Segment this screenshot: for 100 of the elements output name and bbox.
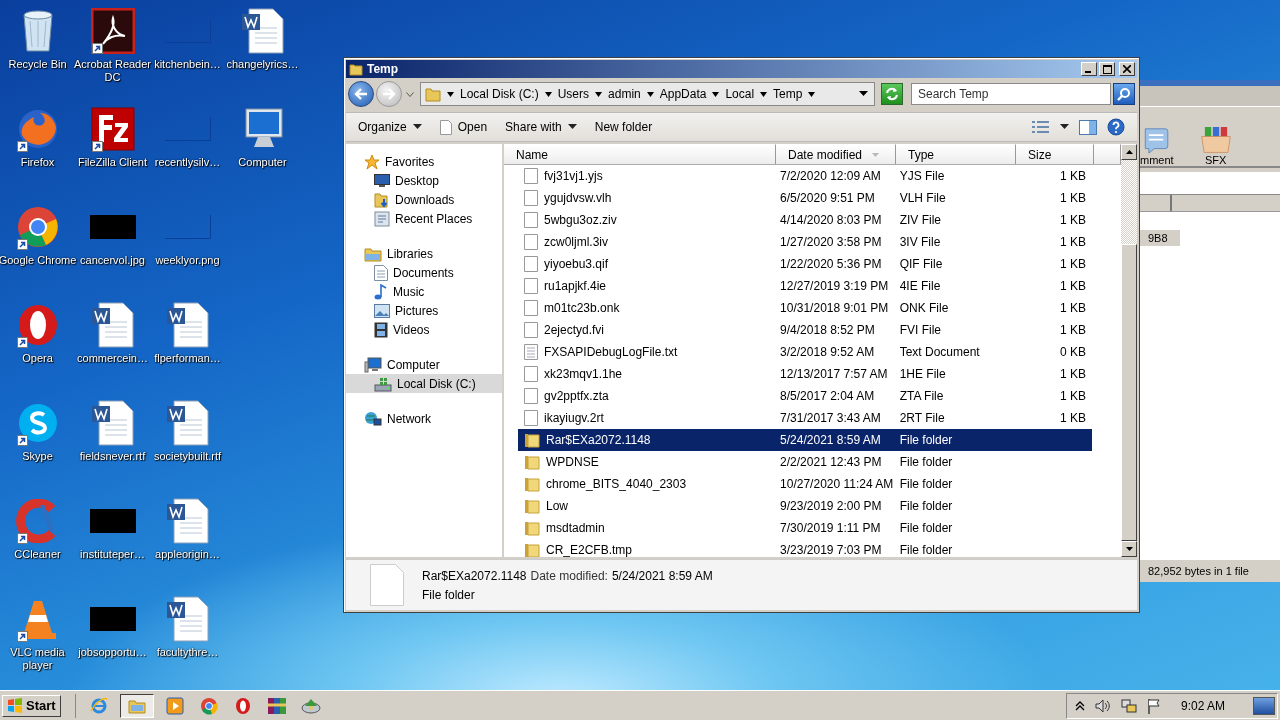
file-row[interactable]: 2ejectyd.fvi 9/4/2018 8:52 PM FVI File 1 KB [518, 319, 1092, 341]
column-header[interactable]: Type [896, 144, 1016, 164]
nav-item[interactable]: Favorites [346, 152, 502, 171]
breadcrumb-link[interactable]: AppData [659, 87, 707, 101]
speaker-icon[interactable] [1094, 698, 1111, 713]
file-row[interactable]: ikayiugv.2rt 7/31/2017 3:43 AM 2RT File 1 KB [518, 407, 1092, 429]
caret-icon[interactable] [646, 90, 654, 98]
toolbar-button[interactable]: Organize [358, 120, 422, 134]
dropdown-arrow-icon[interactable] [859, 91, 868, 97]
file-row[interactable]: zcw0ljml.3iv 1/27/2020 3:58 PM 3IV File 1 KB [518, 231, 1092, 253]
nav-item[interactable]: Music [346, 282, 502, 301]
nav-item[interactable]: Local Disk (C:) [346, 374, 502, 393]
desktop-icon[interactable]: recentlysilv… [150, 104, 225, 202]
desktop-icon[interactable]: changelyrics… [225, 6, 300, 104]
address-field[interactable] [1140, 172, 1280, 195]
desktop-icon[interactable]: Firefox [0, 104, 75, 202]
desktop-icon[interactable]: societybuilt.rtf [150, 398, 225, 496]
search-field[interactable]: Search Temp [911, 83, 1111, 105]
desktop-icon[interactable]: Recycle Bin [0, 6, 75, 104]
file-row[interactable]: Rar$EXa2072.1148 5/24/2021 8:59 AM File folder [518, 429, 1092, 451]
column-header[interactable]: Date modified [776, 144, 896, 164]
start-button[interactable]: Start [2, 694, 61, 717]
nav-item[interactable]: Downloads [346, 190, 502, 209]
column-header[interactable]: Size [1016, 144, 1094, 164]
caret-icon[interactable] [760, 90, 768, 98]
search-button[interactable] [1113, 83, 1135, 105]
nav-item[interactable]: Pictures [346, 301, 502, 320]
desktop-icon[interactable]: fieldsnever.rtf [75, 398, 150, 496]
image-thumbnail-icon [89, 607, 136, 631]
caret-icon[interactable] [595, 90, 603, 98]
desktop-icon[interactable]: Acrobat Reader DC [75, 6, 150, 104]
desktop-icon[interactable]: instituteper… [75, 496, 150, 594]
desktop-icon[interactable]: Opera [0, 300, 75, 398]
toolbar-button[interactable]: SFX [1195, 127, 1236, 166]
close-button[interactable] [1119, 62, 1135, 76]
scroll-up-button[interactable] [1121, 144, 1137, 160]
file-row[interactable]: gv2pptfx.zta 8/5/2017 2:04 AM ZTA File 1 KB [518, 385, 1092, 407]
view-list-icon[interactable] [1032, 120, 1050, 134]
file-row[interactable]: chrome_BITS_4040_2303 10/27/2020 11:24 AM File folder [518, 473, 1092, 495]
desktop-icon[interactable]: weeklyor.png [150, 202, 225, 300]
breadcrumb-link[interactable]: Local [725, 87, 755, 101]
file-row[interactable]: FXSAPIDebugLogFile.txt 3/2/2018 9:52 AM Text Document 0 KB [518, 341, 1092, 363]
file-row[interactable]: ru1apjkf.4ie 12/27/2019 3:19 PM 4IE File 1 KB [518, 275, 1092, 297]
help-icon[interactable] [1107, 118, 1125, 136]
show-desktop-button[interactable] [1253, 696, 1275, 715]
back-button[interactable] [348, 81, 374, 107]
desktop-icon[interactable]: Google Chrome [0, 202, 75, 300]
toolbar-button[interactable]: Open [439, 119, 488, 135]
nav-item[interactable]: Network [346, 409, 502, 428]
nav-item[interactable]: Recent Places [346, 209, 502, 228]
file-row[interactable]: WPDNSE 2/2/2021 12:43 PM File folder [518, 451, 1092, 473]
toolbar-button[interactable]: Share with [505, 120, 577, 134]
desktop-icon[interactable]: VLC media player [0, 594, 75, 692]
desktop-icon[interactable]: appleorigin… [150, 496, 225, 594]
file-row[interactable]: yiyoebu3.qif 1/22/2020 5:36 PM QIF File 1 KB [518, 253, 1092, 275]
nav-item[interactable]: Documents [346, 263, 502, 282]
scroll-down-button[interactable] [1121, 541, 1137, 557]
desktop-icon[interactable]: FileZilla Client [75, 104, 150, 202]
file-row[interactable]: fvj31vj1.yjs 7/2/2020 12:09 AM YJS File 1 KB [518, 165, 1092, 187]
column-header[interactable]: Name [504, 144, 776, 164]
scroll-thumb[interactable] [1121, 243, 1137, 541]
desktop-icon[interactable]: kitchenbein… [150, 6, 225, 104]
breadcrumb-link[interactable]: admin [608, 87, 641, 101]
desktop-icon[interactable]: cancervol.jpg [75, 202, 150, 300]
scrollbar[interactable] [1121, 144, 1137, 557]
breadcrumb-link[interactable]: Users [557, 87, 590, 101]
desktop-icon[interactable]: Skype [0, 398, 75, 496]
desktop-icon[interactable]: CCleaner [0, 496, 75, 594]
nav-item[interactable]: Computer [346, 355, 502, 374]
chevron-up-icon[interactable] [1074, 700, 1085, 711]
nav-item[interactable]: Videos [346, 320, 502, 339]
file-row[interactable]: msdtadmin 7/30/2019 1:11 PM File folder [518, 517, 1092, 539]
desktop-icon[interactable]: Computer [225, 104, 300, 202]
breadcrumb-link[interactable]: Local Disk (C:) [460, 87, 539, 101]
file-row[interactable]: CR_E2CFB.tmp 3/23/2019 7:03 PM File folder [518, 539, 1092, 557]
toolbar-button[interactable]: mment [1140, 127, 1174, 166]
refresh-button[interactable] [881, 83, 903, 105]
breadcrumb-link[interactable]: Temp [773, 87, 803, 101]
minimize-button[interactable] [1081, 62, 1097, 76]
maximize-button[interactable] [1099, 62, 1115, 76]
network-icon[interactable] [1120, 697, 1137, 714]
desktop-icon[interactable]: flperforman… [150, 300, 225, 398]
toolbar-button[interactable]: New folder [594, 120, 653, 134]
caret-icon[interactable] [808, 90, 816, 98]
caret-icon[interactable] [544, 90, 552, 98]
file-row[interactable]: 5wbgu3oz.ziv 4/14/2020 8:03 PM ZIV File 1 KB [518, 209, 1092, 231]
file-row[interactable]: xk23mqv1.1he 12/13/2017 7:57 AM 1HE File 1 KB [518, 363, 1092, 385]
caret-icon[interactable] [712, 90, 720, 98]
nav-item[interactable]: Desktop [346, 171, 502, 190]
caret-icon[interactable] [447, 90, 454, 98]
nav-item[interactable]: Libraries [346, 244, 502, 263]
taskbar-button[interactable] [119, 693, 154, 718]
address-bar[interactable]: Local Disk (C:) Users admin AppData Local Temp [420, 82, 875, 106]
file-row[interactable]: m01tc23b.onk 10/31/2018 9:01 PM ONK File 1 KB [518, 297, 1092, 319]
preview-pane-icon[interactable] [1079, 119, 1097, 135]
flag-icon[interactable] [1146, 697, 1161, 714]
desktop-icon[interactable]: commercein… [75, 300, 150, 398]
file-row[interactable]: Low 9/23/2019 2:00 PM File folder [518, 495, 1092, 517]
caret-icon[interactable] [1060, 124, 1069, 130]
file-row[interactable]: ygujdvsw.vlh 6/5/2020 9:51 PM VLH File 1 KB [518, 187, 1092, 209]
